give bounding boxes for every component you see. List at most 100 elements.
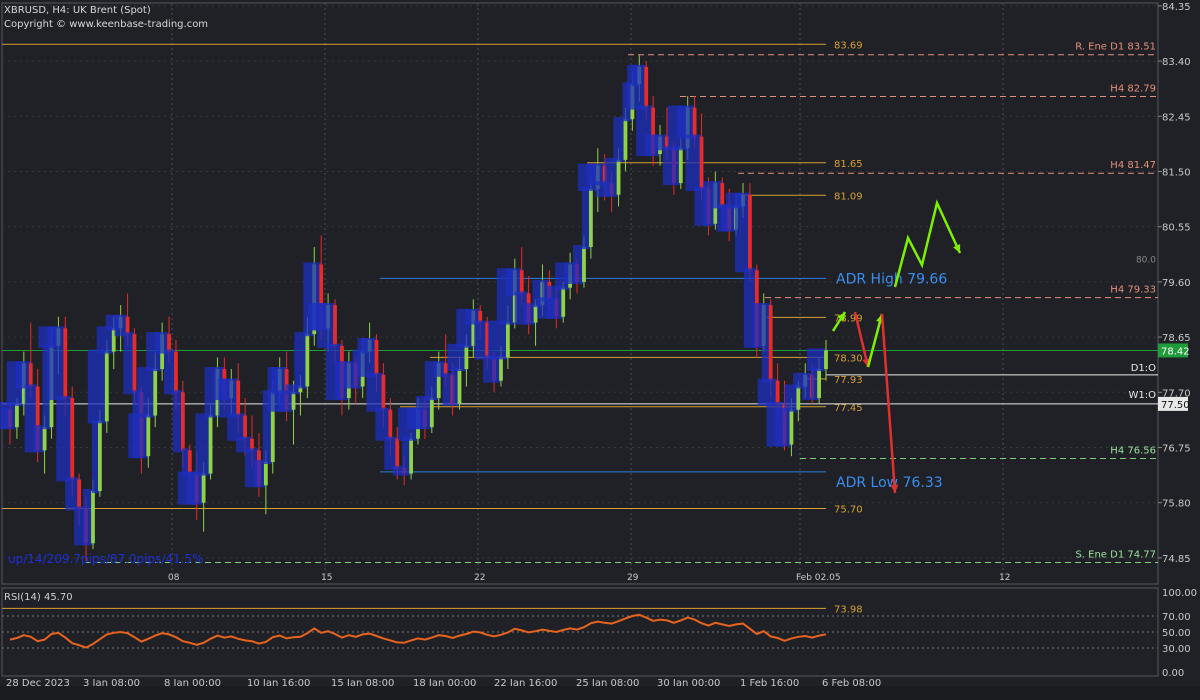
price-level-label: 78.30 — [834, 353, 863, 364]
volume-profile-bar — [56, 396, 73, 482]
rsi-tick-label: 50.00 — [1162, 628, 1191, 639]
price-level-label: 77.45 — [834, 403, 863, 414]
current-price-value: 78.42 — [1161, 346, 1190, 357]
price-tick-label: 76.75 — [1162, 443, 1191, 454]
resistance-label: H4 82.79 — [1110, 84, 1156, 95]
price-chart: 84.3583.4082.4581.5080.5579.6078.6577.70… — [0, 2, 1197, 689]
candle-body — [381, 374, 386, 410]
price-level-label: 83.69 — [834, 40, 863, 51]
volume-profile-bar — [474, 320, 488, 360]
volume-profile-bar — [294, 332, 308, 389]
candle-body — [824, 350, 828, 370]
price-level-label: 75.70 — [834, 504, 863, 515]
volume-profile-bar — [627, 64, 647, 110]
volume-profile-bar — [15, 361, 31, 389]
candle-body — [201, 473, 206, 503]
candle-body — [167, 334, 171, 352]
candle-body — [146, 415, 151, 457]
candle-body — [42, 427, 47, 451]
copyright-text: Copyright © www.keenbase-trading.com — [4, 19, 209, 30]
volume-profile-bar — [546, 285, 564, 319]
candle-body — [395, 438, 400, 468]
volume-profile-bar — [784, 384, 799, 412]
period-separator-label: 08 — [168, 573, 180, 583]
candle-body — [644, 66, 649, 108]
volume-profile-bar — [186, 471, 204, 505]
resistance-label: R. Ene D1 83.51 — [1075, 42, 1156, 53]
candle-body — [104, 351, 109, 422]
candle-body — [678, 148, 683, 184]
volume-profile-bar — [505, 268, 522, 296]
volume-profile-bar — [685, 134, 702, 191]
candle-body — [789, 409, 794, 445]
candle-body — [97, 421, 102, 492]
candle-body — [208, 415, 213, 474]
volume-profile-bar — [96, 326, 114, 354]
support-label: H4 76.56 — [1110, 446, 1156, 457]
horizontal-scrollbar[interactable] — [0, 686, 1200, 700]
volume-profile-bar — [65, 477, 80, 511]
candle-body — [70, 398, 75, 480]
price-pane — [1, 2, 1159, 585]
candle-body — [291, 392, 296, 410]
period-separator-label: 15 — [321, 573, 332, 583]
candle-body — [91, 491, 95, 544]
adr-high-label: ADR High 79.66 — [836, 271, 947, 287]
resistance-label: H4 79.33 — [1110, 285, 1156, 296]
candle-body — [582, 247, 586, 282]
stats-text: up/14/209.7pips/87.0pips/41.5% — [8, 552, 204, 566]
volume-profile-bar — [734, 192, 750, 273]
candle-body — [305, 334, 310, 387]
price-tick-label: 81.50 — [1162, 167, 1191, 178]
volume-profile-bar — [775, 407, 792, 447]
price-tick-label: 79.60 — [1162, 278, 1191, 289]
rsi-tick-label: 0.00 — [1162, 668, 1184, 679]
volume-profile-bar — [676, 105, 695, 139]
volume-profile-bar — [807, 348, 826, 372]
price-tick-label: 82.45 — [1162, 112, 1191, 123]
volume-profile-bar — [218, 378, 239, 418]
candle-body — [15, 403, 19, 428]
volume-profile-bar — [487, 320, 508, 360]
candle-body — [132, 334, 137, 393]
price-tick-label: 78.65 — [1162, 333, 1191, 344]
volume-profile-bar — [366, 372, 384, 412]
volume-profile-bar — [137, 367, 156, 418]
candle-body — [464, 345, 469, 370]
candle-body — [499, 357, 503, 381]
candle-body — [720, 183, 725, 207]
rsi-tick-label: 30.00 — [1162, 644, 1191, 655]
support-label: S. Ene D1 74.77 — [1075, 550, 1156, 561]
price-tick-label: 80.55 — [1162, 223, 1191, 234]
volume-profile-bar — [0, 401, 17, 430]
rsi-tick-label: 70.00 — [1162, 612, 1191, 623]
price-level-label: 77.93 — [834, 375, 863, 386]
price-level-label: 81.65 — [834, 159, 863, 170]
candle-body — [519, 270, 524, 294]
candle-body — [174, 351, 178, 393]
candle-body — [263, 461, 268, 486]
price-level-label: 73.98 — [834, 604, 863, 615]
volume-profile-bar — [717, 204, 737, 232]
candle-body — [699, 136, 704, 189]
price-level-label: 81.09 — [834, 191, 863, 202]
candle-body — [429, 398, 434, 428]
volume-profile-bar — [375, 407, 391, 441]
price-tick-label: 83.40 — [1162, 57, 1191, 68]
candle-body — [333, 305, 337, 346]
volume-profile-bar — [227, 413, 246, 441]
candle-body — [533, 305, 538, 323]
round-level-label: 80.0 — [1136, 256, 1156, 266]
volume-profile-bar — [317, 303, 336, 348]
price-tick-label: 75.80 — [1162, 499, 1191, 510]
candle-body — [588, 188, 593, 248]
candle-body — [796, 386, 801, 410]
candle-body — [692, 107, 697, 137]
rsi-tick-label: 100.00 — [1162, 588, 1197, 599]
period-separator-label: 22 — [474, 573, 485, 583]
candle-body — [775, 380, 780, 404]
period-separator-label: 12 — [999, 573, 1010, 583]
rsi-pane — [1, 587, 1159, 677]
price-tick-label: 74.85 — [1162, 554, 1191, 565]
candle-body — [236, 380, 241, 416]
